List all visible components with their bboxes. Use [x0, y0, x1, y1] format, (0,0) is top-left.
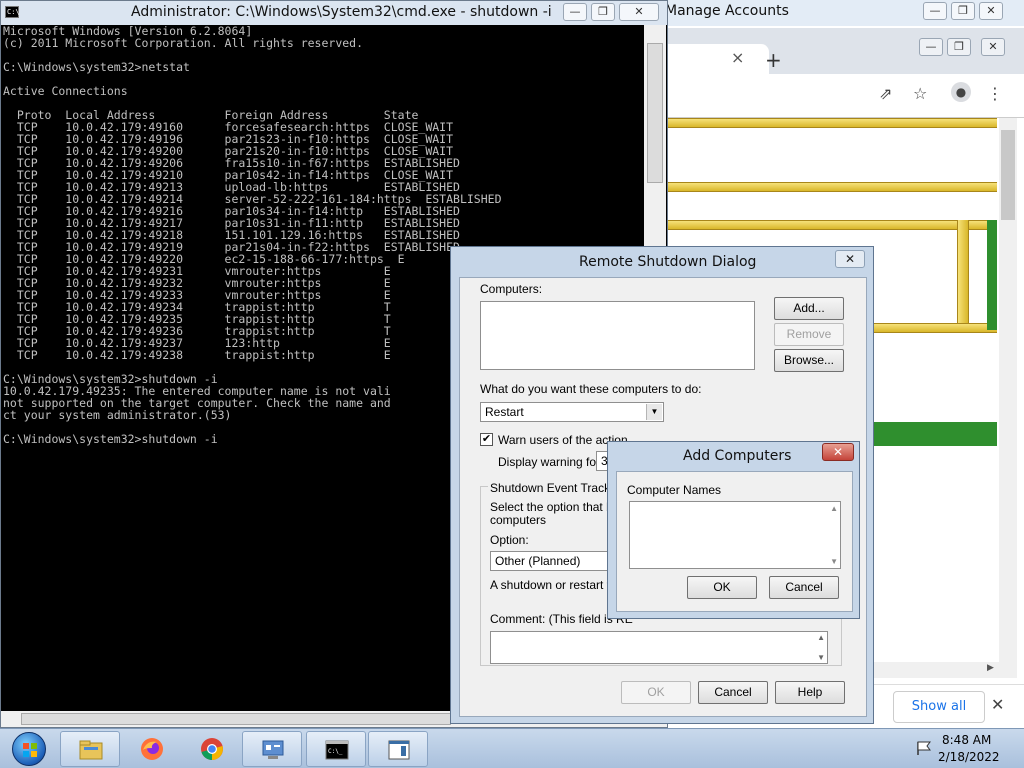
cmd-hscroll-thumb[interactable]: [21, 713, 451, 725]
chrome-tab-strip: — ❐ ✕ × +: [657, 28, 1024, 74]
new-tab-icon[interactable]: +: [765, 48, 782, 72]
tracker-description: Select the option that bes: [490, 500, 626, 514]
firefox-icon: [141, 738, 163, 760]
scroll-down-arrow-icon[interactable]: ▼: [830, 557, 838, 566]
action-select[interactable]: Restart ▼: [480, 402, 664, 422]
green-banner: [861, 422, 997, 446]
show-all-button[interactable]: Show all: [893, 691, 985, 723]
action-center-flag-icon[interactable]: [916, 741, 932, 755]
browser-window-title: Manage Accounts: [665, 3, 789, 19]
taskbar-control-panel[interactable]: [242, 731, 302, 767]
computer-names-textarea[interactable]: ▲ ▼: [629, 501, 841, 569]
computers-listbox[interactable]: [480, 301, 755, 370]
profile-avatar-icon[interactable]: ●: [951, 82, 971, 102]
bamboo-border-top: [657, 118, 997, 128]
cmd-maximize-button[interactable]: ❐: [591, 3, 615, 21]
leaf-decoration: [987, 220, 997, 330]
add-computers-close-button[interactable]: ✕: [822, 443, 854, 461]
shutdown-description: A shutdown or restart for: [490, 578, 621, 592]
page-vertical-scrollbar[interactable]: [999, 118, 1017, 678]
scroll-up-arrow-icon[interactable]: ▲: [817, 633, 825, 642]
bamboo-border-lower: [657, 220, 997, 230]
warn-users-checkbox[interactable]: ✔: [480, 433, 493, 446]
system-tray: 8:48 AM 2/18/2022: [912, 729, 1024, 768]
bamboo-rail: [873, 323, 997, 333]
comment-textarea[interactable]: ▲ ▼: [490, 631, 828, 664]
windows-logo-icon: [12, 732, 46, 766]
taskbar-window-app[interactable]: [368, 731, 428, 767]
chrome-toolbar: ⇗ ☆ ● ⋮: [657, 74, 1024, 118]
scroll-right-arrow-icon[interactable]: ▶: [987, 663, 994, 673]
scroll-up-arrow-icon[interactable]: ▲: [830, 504, 838, 513]
bookmark-star-icon[interactable]: ☆: [913, 84, 927, 103]
taskbar-firefox[interactable]: [122, 731, 182, 767]
cmd-window-title: Administrator: C:\Windows\System32\cmd.e…: [131, 4, 552, 20]
option-label: Option:: [490, 533, 529, 547]
taskbar-command-prompt[interactable]: C:\_: [306, 731, 366, 767]
download-bar-close-icon[interactable]: ✕: [991, 695, 1004, 714]
tracker-description-line2: computers: [490, 513, 547, 527]
computer-names-label: Computer Names: [627, 483, 722, 497]
kebab-menu-icon[interactable]: ⋮: [987, 84, 1003, 103]
window-app-icon: [388, 740, 410, 760]
cmd-close-button[interactable]: ✕: [619, 3, 659, 21]
tab-close-icon[interactable]: ×: [731, 48, 744, 67]
bamboo-border-middle: [657, 182, 997, 192]
add-button[interactable]: Add...: [774, 297, 844, 320]
chrome-tab[interactable]: ×: [657, 44, 769, 74]
tracker-group-label: Shutdown Event Tracker: [488, 481, 623, 495]
add-computers-cancel-button[interactable]: Cancel: [769, 576, 839, 599]
chrome-close-button[interactable]: ✕: [981, 38, 1005, 56]
cancel-button[interactable]: Cancel: [698, 681, 768, 704]
console-line: C:\Windows\system32>netstat: [3, 60, 190, 74]
control-panel-icon: [262, 740, 284, 759]
taskbar-chrome[interactable]: [182, 731, 242, 767]
console-line: Active Connections: [3, 84, 128, 98]
cmd-titlebar: C:\ Administrator: C:\Windows\System32\c…: [1, 1, 667, 25]
add-computers-dialog: Add Computers ✕ Computer Names ▲ ▼ OK Ca…: [607, 441, 860, 619]
clock-time[interactable]: 8:48 AM: [942, 733, 991, 747]
start-button[interactable]: [4, 731, 52, 767]
ok-button[interactable]: OK: [621, 681, 691, 704]
chrome-maximize-button[interactable]: ❐: [947, 38, 971, 56]
command-prompt-icon: C:\_: [325, 740, 349, 760]
browser-titlebar: Manage Accounts — ❐ ✕: [657, 0, 1024, 26]
clock-date[interactable]: 2/18/2022: [938, 750, 1000, 764]
scroll-down-arrow-icon[interactable]: ▼: [817, 653, 825, 662]
add-computers-title: Add Computers: [683, 448, 792, 464]
dialog-close-button[interactable]: ✕: [835, 250, 865, 268]
cmd-app-icon: C:\: [5, 6, 20, 18]
taskbar-file-explorer[interactable]: [60, 731, 120, 767]
console-line: (c) 2011 Microsoft Corporation. All righ…: [3, 36, 364, 50]
browser-maximize-button[interactable]: ❐: [951, 2, 975, 20]
chrome-minimize-button[interactable]: —: [919, 38, 943, 56]
action-label: What do you want these computers to do:: [480, 382, 702, 396]
svg-text:C:\_: C:\_: [328, 748, 343, 755]
dropdown-arrow-icon[interactable]: ▼: [646, 404, 662, 420]
browser-close-button[interactable]: ✕: [979, 2, 1003, 20]
chrome-frame: — ❐ ✕ × + ⇗ ☆ ● ⋮: [657, 28, 1024, 118]
action-select-value: Restart: [485, 405, 524, 419]
chrome-icon: [201, 738, 223, 760]
share-icon[interactable]: ⇗: [879, 84, 892, 103]
computers-label: Computers:: [480, 282, 543, 296]
dialog-title: Remote Shutdown Dialog: [579, 254, 757, 270]
add-computers-ok-button[interactable]: OK: [687, 576, 757, 599]
browse-button[interactable]: Browse...: [774, 349, 844, 372]
cmd-scroll-thumb[interactable]: [647, 43, 663, 183]
page-scroll-thumb[interactable]: [1001, 130, 1015, 220]
help-button[interactable]: Help: [775, 681, 845, 704]
display-warning-label: Display warning for: [498, 455, 601, 469]
option-select-value: Other (Planned): [495, 554, 581, 568]
browser-minimize-button[interactable]: —: [923, 2, 947, 20]
cmd-minimize-button[interactable]: —: [563, 3, 587, 21]
add-computers-body: Computer Names ▲ ▼ OK Cancel: [616, 471, 853, 612]
folder-icon: [79, 740, 103, 760]
bamboo-post: [957, 220, 969, 330]
taskbar: C:\_ 8:48 AM 2/18/2022: [0, 728, 1024, 768]
remove-button[interactable]: Remove: [774, 323, 844, 346]
